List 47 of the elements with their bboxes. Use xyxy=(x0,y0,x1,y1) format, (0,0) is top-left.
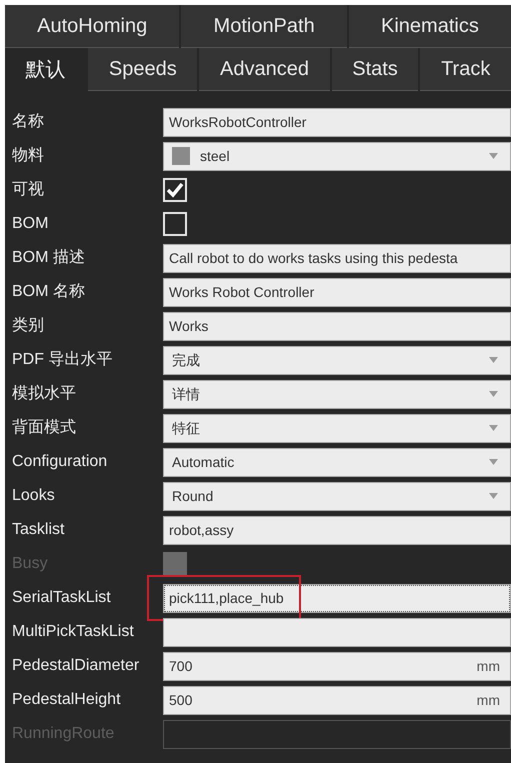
property-label: 模拟水平 xyxy=(11,384,77,404)
dropdown[interactable]: Automatic xyxy=(163,448,511,476)
input-field[interactable]: 700 mm xyxy=(163,652,511,680)
property-label: Configuration xyxy=(11,452,108,472)
tab[interactable]: Stats xyxy=(332,48,418,91)
checkbox[interactable] xyxy=(163,178,187,202)
caret-icon xyxy=(489,391,498,397)
property-label: 背面模式 xyxy=(11,418,77,438)
tab[interactable]: AutoHoming xyxy=(5,5,180,48)
input-field[interactable]: Works xyxy=(163,312,511,340)
tab[interactable]: Kinematics xyxy=(348,5,511,48)
dropdown[interactable]: 特征 xyxy=(163,414,511,442)
tab[interactable]: Speeds xyxy=(88,48,198,91)
property-label: 可视 xyxy=(11,180,45,200)
property-label: Tasklist xyxy=(11,520,66,540)
input-field[interactable]: pick111,place_hub xyxy=(163,584,511,612)
input-field[interactable]: robot,assy xyxy=(163,516,511,544)
input-field[interactable]: 500 mm xyxy=(163,686,511,714)
input-field[interactable]: WorksRobotController xyxy=(163,108,511,136)
tab[interactable]: Track xyxy=(420,48,511,91)
property-label: PDF 导出水平 xyxy=(11,350,114,370)
dropdown[interactable]: 完成 xyxy=(163,346,511,374)
property-label: 物料 xyxy=(11,146,45,166)
dropdown[interactable]: steel xyxy=(163,142,511,170)
property-label: BOM 名称 xyxy=(11,282,86,302)
caret-icon xyxy=(489,493,498,499)
caret-icon xyxy=(489,425,498,431)
caret-icon xyxy=(489,357,498,363)
checkbox[interactable] xyxy=(163,212,187,236)
input-field[interactable]: Call robot to do works tasks using this pedesta xyxy=(163,244,511,272)
property-label: PedestalDiameter xyxy=(11,656,140,676)
tab[interactable]: Advanced xyxy=(199,48,330,91)
input-field[interactable]: Works Robot Controller xyxy=(163,278,511,306)
property-label: 类别 xyxy=(11,316,45,336)
property-label: MultiPickTaskList xyxy=(11,622,135,642)
input-field[interactable] xyxy=(163,618,511,646)
property-label: BOM 描述 xyxy=(11,248,86,268)
caret-icon xyxy=(489,459,498,465)
property-label: 名称 xyxy=(11,112,45,132)
caret-icon xyxy=(489,153,498,159)
tab[interactable]: MotionPath xyxy=(181,5,347,48)
property-label: SerialTaskList xyxy=(11,588,112,608)
property-label: BOM xyxy=(11,214,50,234)
dropdown[interactable]: Round xyxy=(163,482,511,510)
property-label: PedestalHeight xyxy=(11,690,122,710)
property-label: Looks xyxy=(11,486,56,506)
dropdown[interactable]: 详情 xyxy=(163,380,511,408)
